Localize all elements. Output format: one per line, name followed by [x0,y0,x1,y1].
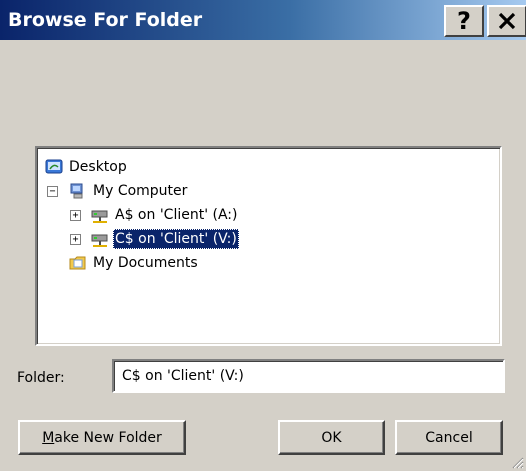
tree-item-desktop[interactable]: Desktop [45,156,129,178]
tree-label: Desktop [69,159,127,175]
button-label: ake New Folder [54,429,162,446]
mnemonic-letter: M [42,429,55,446]
tree-item-my-computer[interactable]: My Computer [69,180,189,202]
folder-input[interactable] [112,359,505,393]
make-new-folder-button[interactable]: Make New Folder [18,420,186,455]
tree-item-my-documents[interactable]: My Documents [69,252,200,274]
ok-button[interactable]: OK [278,420,385,455]
help-button[interactable]: ? [444,5,484,37]
cancel-button[interactable]: Cancel [395,420,503,455]
network-drive-icon [91,230,109,248]
folder-label: Folder: [17,370,65,386]
collapse-toggle-my-computer[interactable]: − [47,186,58,197]
tree-label-selected: C$ on 'Client' (V:) [113,229,239,249]
tree-label: A$ on 'Client' (A:) [115,207,238,223]
expand-toggle-a-drive[interactable]: + [70,210,81,221]
browse-for-folder-dialog: Browse For Folder ? Desktop − My Compute… [0,0,526,471]
desktop-icon [45,158,63,176]
close-button[interactable] [487,5,526,37]
network-drive-icon [91,206,109,224]
tree-label: My Computer [93,183,188,199]
title-bar[interactable]: Browse For Folder ? [0,0,526,40]
tree-item-c-drive[interactable]: C$ on 'Client' (V:) [91,228,239,250]
tree-label: My Documents [93,255,198,271]
resize-grip-icon[interactable] [510,455,524,469]
computer-icon [69,182,87,200]
tree-item-a-drive[interactable]: A$ on 'Client' (A:) [91,204,239,226]
expand-toggle-c-drive[interactable]: + [70,234,81,245]
documents-folder-icon [69,254,87,272]
folder-tree-view[interactable]: Desktop − My Computer + A$ on 'Client' (… [35,146,502,346]
close-icon [498,12,516,30]
window-title: Browse For Folder [8,9,203,31]
